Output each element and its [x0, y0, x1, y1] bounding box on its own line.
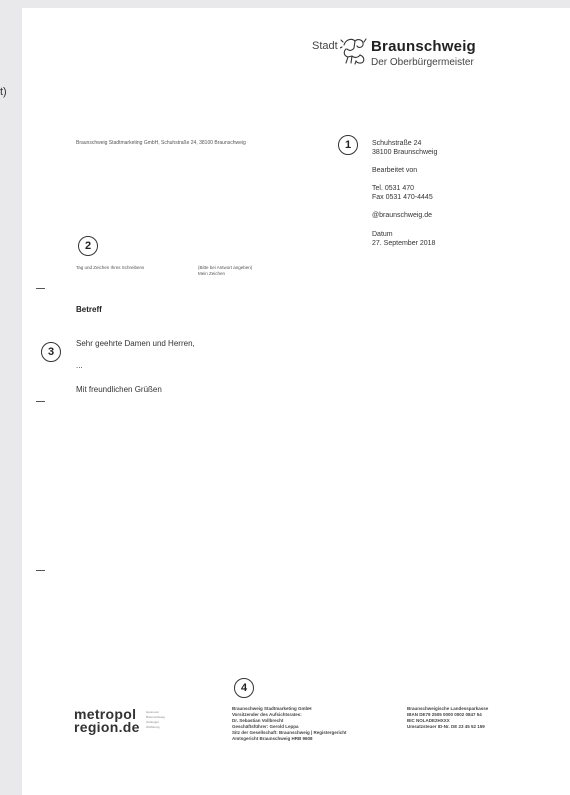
callout-badge-1: 1	[338, 135, 358, 155]
metropolregion-logo: metropol region.de Hannover Braunschweig…	[74, 707, 165, 735]
footer-line: Amtsgericht Braunschweig HRB 9608	[232, 736, 313, 741]
sender-line: Braunschweig Stadtmarketing GmbH, Schuhs…	[76, 140, 246, 146]
info-email: @braunschweig.de	[372, 212, 433, 219]
logo-stadt-label: Stadt	[312, 40, 338, 52]
letter-page: Stadt Braunschweig Der Oberbürgermeister…	[22, 8, 570, 795]
metro-city: Wolfsburg	[146, 725, 160, 729]
logo-subtitle: Der Oberbürgermeister	[371, 57, 474, 68]
info-date-label: Datum	[372, 231, 393, 238]
info-street: Schuhstraße 24	[372, 140, 422, 147]
fold-mark-bottom	[36, 570, 45, 571]
fold-mark-top	[36, 288, 45, 289]
metro-logo-line2: region.de	[74, 719, 140, 735]
footer-bank-info: Braunschweigische Landessparkasse IBAN D…	[407, 706, 488, 730]
footer-company-info: Braunschweig Stadtmarketing GmbH Vorsitz…	[232, 706, 347, 742]
info-fax: Fax 0531 470-4445	[372, 194, 433, 201]
info-date-value: 27. September 2018	[372, 240, 436, 247]
my-reference-label: Mein Zeichen	[198, 271, 226, 276]
info-tel: Tel. 0531 470	[372, 185, 415, 192]
footer-line: Umsatzsteuer ID-Nr. DE 23 45 52 159	[407, 724, 485, 729]
info-city: 38100 Braunschweig	[372, 149, 438, 156]
logo-city-name: Braunschweig	[371, 38, 476, 55]
callout-badge-2: 2	[78, 236, 98, 256]
lion-crest-icon	[340, 38, 367, 65]
callout-badge-3: 3	[41, 342, 61, 362]
letter-closing: Mit freundlichen Grüßen	[76, 385, 162, 394]
info-processed-by: Bearbeitet von	[372, 167, 418, 174]
metro-logo-cities: Hannover Braunschweig Göttingen Wolfsbur…	[146, 710, 165, 730]
letter-salutation: Sehr geehrte Damen und Herren,	[76, 339, 195, 348]
letter-ellipsis: ...	[76, 361, 83, 370]
your-reference-label: Tag und Zeichen Ihres Schreibens	[76, 265, 145, 270]
cutoff-text: t)	[0, 86, 7, 98]
callout-badge-4: 4	[234, 678, 254, 698]
hole-mark	[36, 401, 45, 402]
letter-subject: Betreff	[76, 305, 102, 314]
